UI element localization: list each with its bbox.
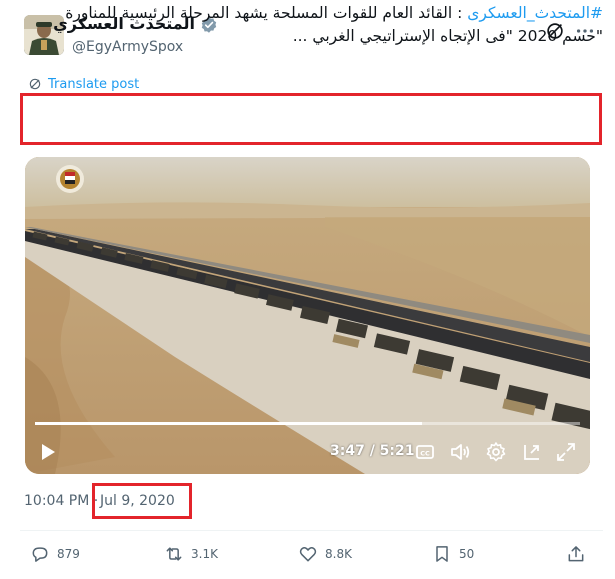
translate-icon xyxy=(29,78,41,90)
like-button[interactable]: 8.8K xyxy=(298,544,352,564)
repost-icon xyxy=(166,547,182,561)
reply-button[interactable]: 879 xyxy=(30,544,80,564)
share-button[interactable] xyxy=(566,544,586,564)
bookmark-count: 50 xyxy=(459,547,475,561)
like-count: 8.8K xyxy=(325,547,352,561)
closed-captions-icon[interactable]: CC xyxy=(415,441,435,463)
settings-icon[interactable] xyxy=(485,441,507,463)
post-text-line-2: "حسم 2020 "فى الإتجاه الإستراتيجي الغربي… xyxy=(292,27,603,45)
post-text-line-1: #المتحدث_العسكرى : القائد العام للقوات ا… xyxy=(43,2,603,25)
translate-label: Translate post xyxy=(48,76,140,92)
post-time[interactable]: 10:04 PM · xyxy=(24,493,98,509)
post-page: المتحدث العسكري @EgyArmySpox Translate p… xyxy=(0,0,615,579)
translate-post-link[interactable]: Translate post xyxy=(28,75,139,93)
fullscreen-icon[interactable] xyxy=(555,441,577,463)
video-progress-fill xyxy=(35,422,422,425)
video-time: 3:47 / 5:21 xyxy=(330,443,415,459)
heart-icon xyxy=(299,547,317,562)
play-icon[interactable] xyxy=(39,441,57,463)
video-frame xyxy=(25,157,590,474)
post-date[interactable]: Jul 9, 2020 xyxy=(100,493,175,509)
video-progress-bar[interactable] xyxy=(35,422,580,425)
post-time-text: 10:04 PM xyxy=(24,493,90,509)
hashtag-link[interactable]: #المتحدث_العسكرى xyxy=(467,4,603,22)
post-text-line-1-rest: : القائد العام للقوات المسلحة يشهد المرح… xyxy=(65,4,468,22)
picture-in-picture-icon[interactable] xyxy=(521,441,543,463)
video-player[interactable]: 3:47 / 5:21 CC xyxy=(25,157,590,474)
repost-count: 3.1K xyxy=(191,547,218,561)
divider xyxy=(20,530,603,531)
repost-button[interactable]: 3.1K xyxy=(164,544,218,564)
text-highlight-box xyxy=(20,93,602,145)
volume-icon[interactable] xyxy=(449,441,471,463)
reply-icon xyxy=(32,547,48,562)
post-text: #المتحدث_العسكرى : القائد العام للقوات ا… xyxy=(43,2,603,48)
reply-count: 879 xyxy=(57,547,80,561)
share-icon xyxy=(568,546,584,562)
channel-logo xyxy=(56,165,84,193)
bookmark-icon xyxy=(436,546,448,562)
svg-text:CC: CC xyxy=(420,450,430,458)
bookmark-button[interactable]: 50 xyxy=(432,544,474,564)
